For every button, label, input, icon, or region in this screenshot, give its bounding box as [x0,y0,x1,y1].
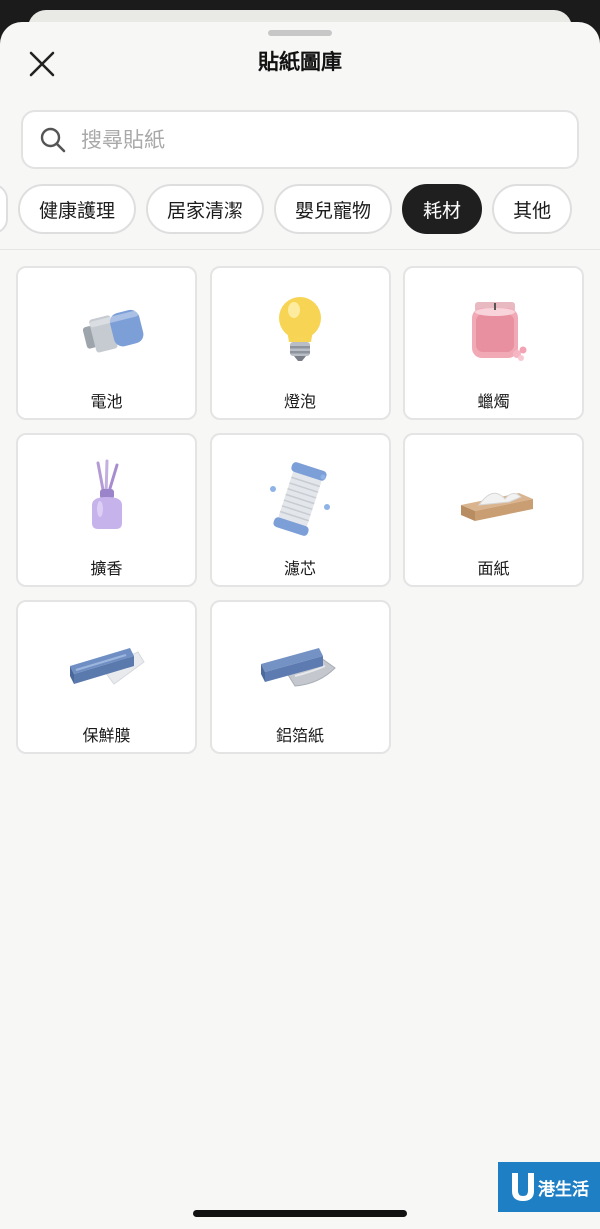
water-filter-icon [270,462,330,536]
foil-roll-icon [261,648,336,687]
search-icon [40,127,66,152]
sticker-label: 擴香 [90,559,123,578]
category-chip-consumables[interactable]: 耗材 [402,184,483,234]
home-indicator [193,1210,407,1217]
divider [0,249,600,250]
page-title: 貼紙圖庫 [258,50,342,74]
sticker-card-candle[interactable]: 蠟燭 [403,266,584,420]
category-chip-others[interactable]: 其他 [492,184,573,234]
watermark-logo: 港生活 [498,1162,600,1212]
sticker-card-reed-diffuser[interactable]: 擴香 [16,433,197,587]
category-chip-health-care[interactable]: 健康護理 [18,184,137,234]
search-input[interactable] [81,127,521,152]
tissue-box-icon [460,492,533,521]
category-tabs: 健康護理 居家清潔 嬰兒寵物 耗材 其他 [0,184,573,234]
sticker-card-cling-wrap[interactable]: 保鮮膜 [16,600,197,754]
candle-jar-icon [471,302,526,361]
category-chip-baby-pets[interactable]: 嬰兒寵物 [274,184,393,234]
reed-diffuser-icon [91,459,122,529]
sticker-label: 蠟燭 [477,392,510,411]
cling-wrap-icon [69,648,145,685]
sticker-library-sheet: 貼紙圖庫 健康護理 居家清潔 嬰兒寵物 耗材 其他 [0,22,600,1229]
sticker-card-light-bulb[interactable]: 燈泡 [209,266,391,420]
search-bar[interactable] [21,110,579,169]
u-lifestyle-logo-icon: 港生活 [512,1173,589,1201]
sticker-label: 燈泡 [283,392,316,411]
sticker-label: 鋁箔紙 [275,726,324,745]
sticker-label: 面紙 [477,559,510,578]
sticker-label: 濾芯 [283,559,316,578]
sticker-label: 電池 [90,392,123,411]
sticker-grid: 電池 燈泡 蠟燭 擴香 濾芯 面紙 保鮮膜 鋁箔紙 [16,266,584,754]
light-bulb-icon [279,297,321,361]
sticker-card-tissue-box[interactable]: 面紙 [403,433,584,587]
sheet-grabber[interactable] [268,30,332,36]
sticker-card-battery[interactable]: 電池 [16,266,197,420]
battery-icon [82,309,143,353]
category-chip-home-cleaning[interactable]: 居家清潔 [146,184,265,234]
sticker-label: 保鮮膜 [82,726,131,745]
sticker-card-water-filter[interactable]: 濾芯 [209,433,391,587]
sticker-card-foil-roll[interactable]: 鋁箔紙 [209,600,391,754]
category-chip-offscreen[interactable] [0,184,8,234]
watermark-text: 港生活 [538,1179,589,1200]
